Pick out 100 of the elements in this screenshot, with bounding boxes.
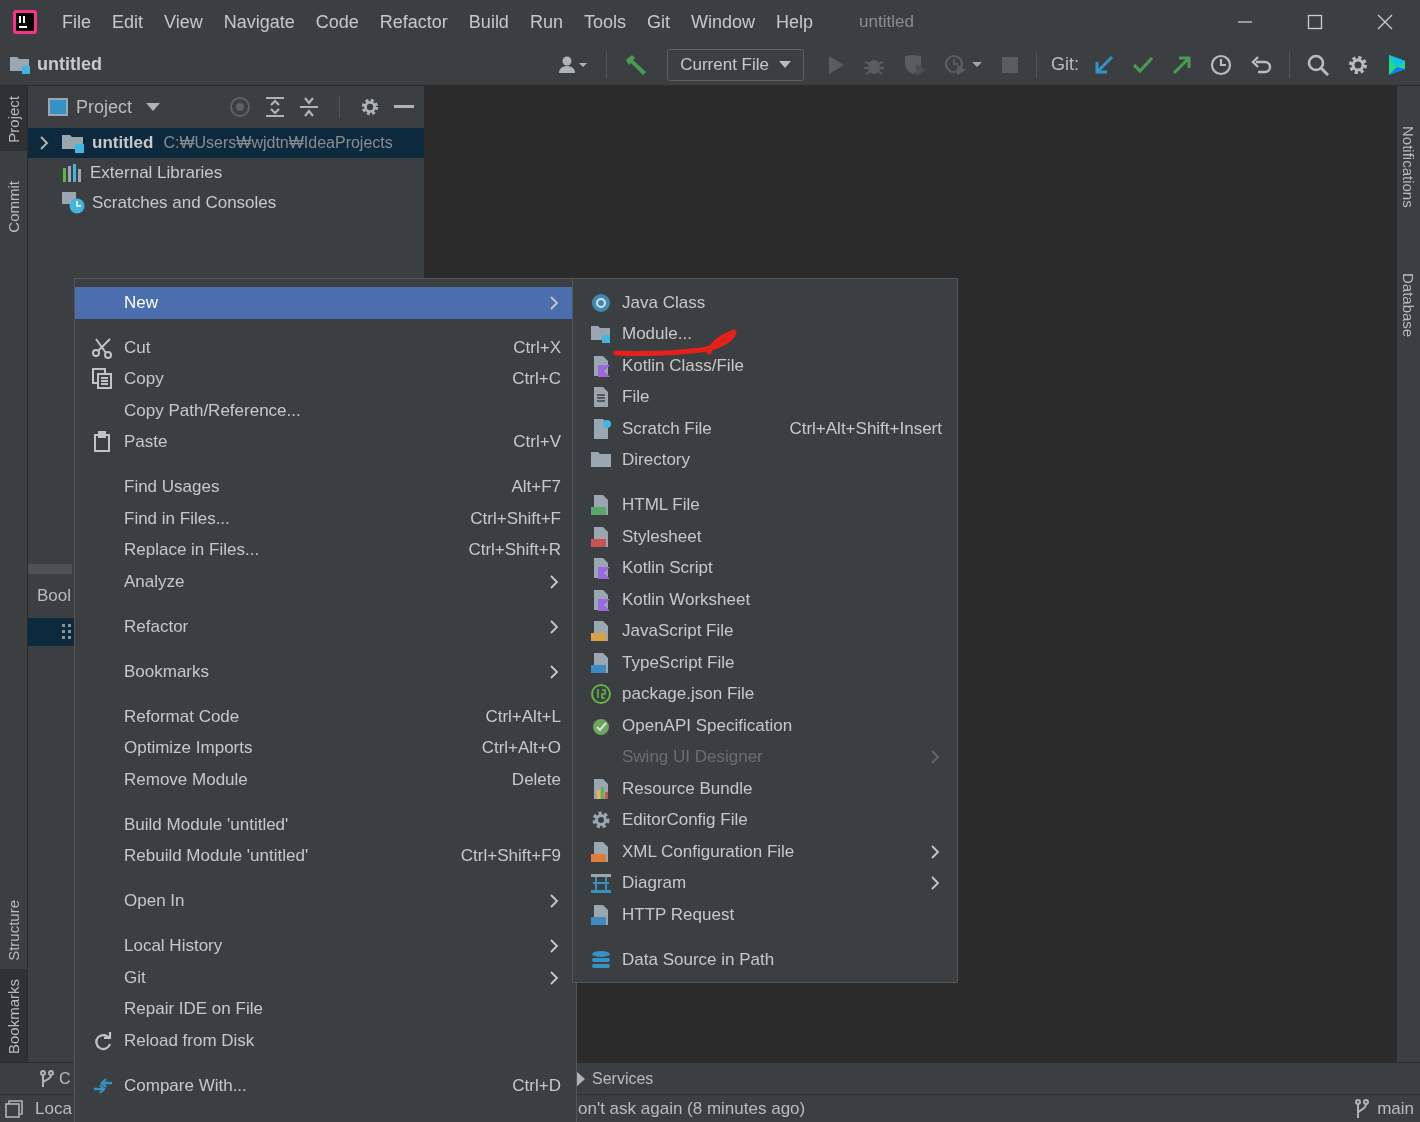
menu-item[interactable]: JavaScript File <box>573 615 957 647</box>
close-icon[interactable] <box>1377 14 1393 30</box>
menu-item[interactable]: Cut Ctrl+X <box>75 332 576 364</box>
menu-item[interactable]: Copy Ctrl+C <box>75 363 576 395</box>
toolbox-logo-icon[interactable] <box>1387 52 1407 77</box>
search-icon[interactable] <box>1307 53 1329 76</box>
menu-item[interactable]: View <box>164 11 203 33</box>
menu-item[interactable]: Remove Module Delete <box>75 764 576 796</box>
menu-item[interactable]: OpenAPI Specification <box>573 710 957 742</box>
branch-icon[interactable] <box>1355 1098 1370 1119</box>
tool-window-tab[interactable]: Commit <box>0 150 27 241</box>
menu-item[interactable]: File <box>573 381 957 413</box>
tree-item[interactable]: External Libraries <box>28 158 424 188</box>
undo-icon[interactable] <box>1250 53 1272 76</box>
push-arrow-icon[interactable] <box>1172 54 1192 75</box>
scratch-console-icon <box>62 192 86 214</box>
menu-item[interactable]: Refactor <box>379 11 448 33</box>
history-icon[interactable] <box>1210 53 1232 76</box>
menu-item[interactable]: Repair IDE on File <box>75 993 576 1025</box>
window-toggle-icon[interactable] <box>5 1099 23 1118</box>
menu-item[interactable]: Reload from Disk <box>75 1025 576 1057</box>
menu-item[interactable]: Window <box>690 11 755 33</box>
menu-item[interactable]: Refactor <box>75 611 576 643</box>
menu-item[interactable]: Rebuild Module 'untitled' Ctrl+Shift+F9 <box>75 840 576 872</box>
module-folder-icon <box>590 323 612 346</box>
menu-item[interactable]: HTML File <box>573 489 957 521</box>
menu-item[interactable]: TypeScript File <box>573 647 957 679</box>
update-arrow-icon[interactable] <box>1094 54 1114 75</box>
tool-window-tab[interactable]: Project <box>0 86 27 151</box>
settings-icon[interactable] <box>360 97 380 117</box>
menu-item[interactable]: Find Usages Alt+F7 <box>75 471 576 503</box>
expand-all-icon[interactable] <box>265 96 285 118</box>
menu-item[interactable]: Open In <box>75 885 576 917</box>
settings-icon[interactable] <box>1347 53 1369 76</box>
menu-item[interactable]: Paste Ctrl+V <box>75 426 576 458</box>
menu-item[interactable]: Data Source in Path <box>573 944 957 976</box>
menu-item[interactable]: XML Configuration File <box>573 836 957 868</box>
menu-item[interactable]: File <box>62 11 91 33</box>
menu-item[interactable]: Code <box>315 11 359 33</box>
panel-title[interactable]: Project <box>76 96 133 118</box>
tree-item[interactable]: Scratches and Consoles <box>28 188 424 218</box>
menu-item[interactable]: Kotlin Worksheet <box>573 584 957 616</box>
menu-item[interactable]: Build <box>468 11 509 33</box>
menu-item[interactable]: Kotlin Class/File <box>573 350 957 382</box>
menu-item[interactable]: Copy Path/Reference... <box>75 395 576 427</box>
git-branch[interactable]: main <box>1377 1098 1414 1119</box>
menu-item[interactable]: Module... <box>573 318 957 350</box>
project-folder-icon <box>10 54 32 75</box>
menu-item[interactable]: Resource Bundle <box>573 773 957 805</box>
minimize-icon[interactable] <box>394 105 414 109</box>
menu-item[interactable]: Reformat Code Ctrl+Alt+L <box>75 701 576 733</box>
menu-item[interactable]: HTTP Request <box>573 899 957 931</box>
collapse-all-icon[interactable] <box>299 96 319 118</box>
menu-item[interactable]: Run <box>529 11 563 33</box>
panel-icon <box>48 98 68 116</box>
project-path: C:₩Users₩wjdtn₩IdeaProjects <box>163 134 393 152</box>
menu-item[interactable]: Replace in Files... Ctrl+Shift+R <box>75 534 576 566</box>
menu-item[interactable]: Kotlin Script <box>573 552 957 584</box>
branch-icon[interactable] <box>40 1069 54 1088</box>
menu-item[interactable]: Local History <box>75 930 576 962</box>
menu-item[interactable]: Git <box>75 962 576 994</box>
menu-item[interactable]: Compare With... Ctrl+D <box>75 1070 576 1102</box>
menu-item[interactable]: package.json File <box>573 678 957 710</box>
tool-window-tab[interactable]: Services <box>592 1069 654 1088</box>
menu-item[interactable]: Navigate <box>223 11 295 33</box>
user-icon[interactable] <box>557 54 590 75</box>
menu-item[interactable]: Help <box>776 11 814 33</box>
tool-window-tab[interactable]: Structure <box>0 890 27 969</box>
window-title: untitled <box>859 12 915 32</box>
menu-item[interactable]: Tools <box>583 11 626 33</box>
menu-item[interactable]: Directory <box>573 444 957 476</box>
menu-item[interactable]: EditorConfig File <box>573 804 957 836</box>
tool-window-tab[interactable]: Bookmarks <box>0 968 27 1062</box>
menu-item[interactable]: Edit <box>112 11 144 33</box>
menu-item[interactable]: Bookmarks <box>75 656 576 688</box>
menu-item[interactable]: Analyze <box>75 566 576 598</box>
hammer-icon[interactable] <box>624 53 649 76</box>
scissors-icon <box>92 336 114 359</box>
module-folder-icon <box>62 133 86 153</box>
menu-item[interactable]: Build Module 'untitled' <box>75 809 576 841</box>
tree-item[interactable]: untitled C:₩Users₩wjdtn₩IdeaProjects <box>28 128 424 158</box>
menu-item[interactable]: Find in Files... Ctrl+Shift+F <box>75 503 576 535</box>
menu-item[interactable]: Diagram <box>573 867 957 899</box>
drag-handle-icon <box>62 624 72 640</box>
maximize-icon[interactable] <box>1307 14 1323 30</box>
run-configuration-dropdown[interactable]: Current File <box>667 48 804 81</box>
check-icon[interactable] <box>1132 55 1154 74</box>
caret-icon[interactable] <box>146 103 161 111</box>
status-message[interactable]: on't ask again (8 minutes ago) <box>578 1098 806 1119</box>
tool-window-tab[interactable]: Notifications <box>1400 86 1417 223</box>
tool-window-tab[interactable]: C <box>59 1069 71 1088</box>
menu-item[interactable]: Optimize Imports Ctrl+Alt+O <box>75 732 576 764</box>
profiler-icon[interactable] <box>945 53 983 76</box>
menu-item[interactable]: Stylesheet <box>573 521 957 553</box>
tool-window-tab[interactable]: Database <box>1400 222 1417 352</box>
library-icon <box>62 164 84 182</box>
menu-item[interactable]: Java Class <box>573 287 957 319</box>
menu-item[interactable]: Git <box>646 11 670 33</box>
menu-item[interactable]: Scratch File Ctrl+Alt+Shift+Insert <box>573 413 957 445</box>
project-name[interactable]: untitled <box>37 54 102 75</box>
